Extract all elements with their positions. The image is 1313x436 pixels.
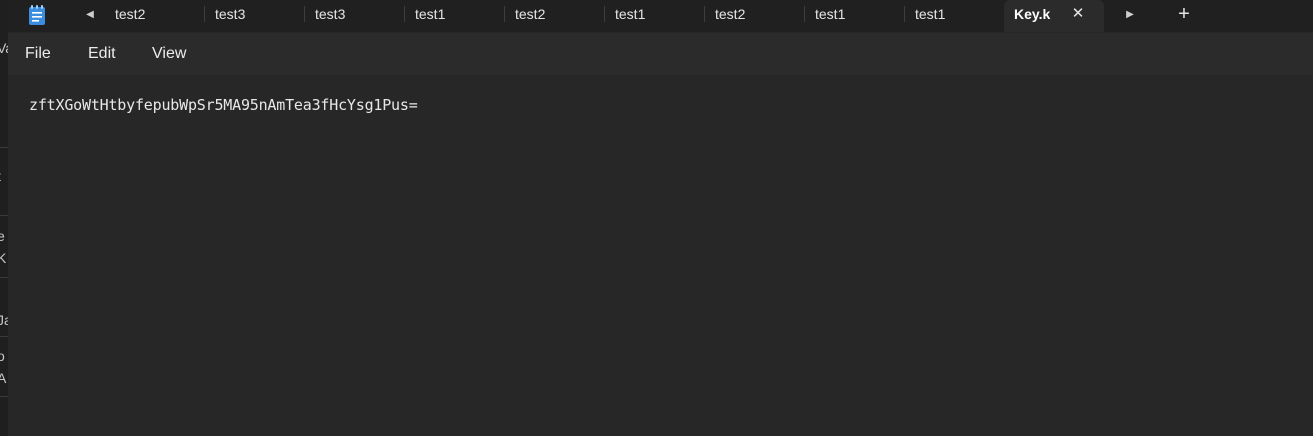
tab-test1[interactable]: test1 (905, 0, 1005, 28)
plus-icon[interactable]: + (1172, 3, 1196, 27)
tab-test3[interactable]: test3 (305, 0, 405, 28)
background-window-edge: Va t e K Ja o A (0, 0, 8, 436)
background-divider (0, 215, 8, 216)
background-text-fragment: t (0, 168, 1, 184)
background-text-fragment: Ja (0, 312, 8, 328)
notepad-window: ◀ test2 test3 test3 test1 test2 test1 te… (8, 0, 1313, 436)
tab-test1[interactable]: test1 (605, 0, 705, 28)
tab-test3[interactable]: test3 (205, 0, 305, 28)
background-divider (0, 396, 8, 397)
menu-view[interactable]: View (152, 33, 186, 75)
tab-test1[interactable]: test1 (405, 0, 505, 28)
active-tab-label: Key.k (1014, 6, 1051, 22)
background-divider (0, 147, 8, 148)
background-divider (0, 277, 8, 278)
background-divider (0, 336, 8, 337)
editor-content[interactable]: zftXGoWtHtbyfepubWpSr5MA95nAmTea3fHcYsg1… (29, 96, 418, 114)
tab-bar: ◀ test2 test3 test3 test1 test2 test1 te… (8, 0, 1313, 32)
tab-test2[interactable]: test2 (505, 0, 605, 28)
tab-test2[interactable]: test2 (705, 0, 805, 28)
text-editor[interactable]: zftXGoWtHtbyfepubWpSr5MA95nAmTea3fHcYsg1… (8, 75, 1313, 436)
background-text-fragment: Va (0, 40, 8, 56)
tab-test2[interactable]: test2 (105, 0, 205, 28)
caret-right-icon[interactable]: ▶ (1120, 6, 1140, 24)
tab-key-active[interactable]: Key.k ✕ (1004, 0, 1104, 32)
background-text-fragment: K (0, 250, 7, 266)
caret-left-icon[interactable]: ◀ (80, 6, 100, 24)
background-text-fragment: A (0, 370, 7, 386)
menu-file[interactable]: File (25, 33, 51, 75)
close-icon[interactable]: ✕ (1068, 4, 1088, 24)
tab-test1[interactable]: test1 (805, 0, 905, 28)
menu-edit[interactable]: Edit (88, 33, 116, 75)
menu-bar: File Edit View (8, 33, 1313, 75)
background-text-fragment: e (0, 228, 5, 244)
notepad-icon[interactable] (28, 4, 46, 26)
background-text-fragment: o (0, 348, 5, 364)
